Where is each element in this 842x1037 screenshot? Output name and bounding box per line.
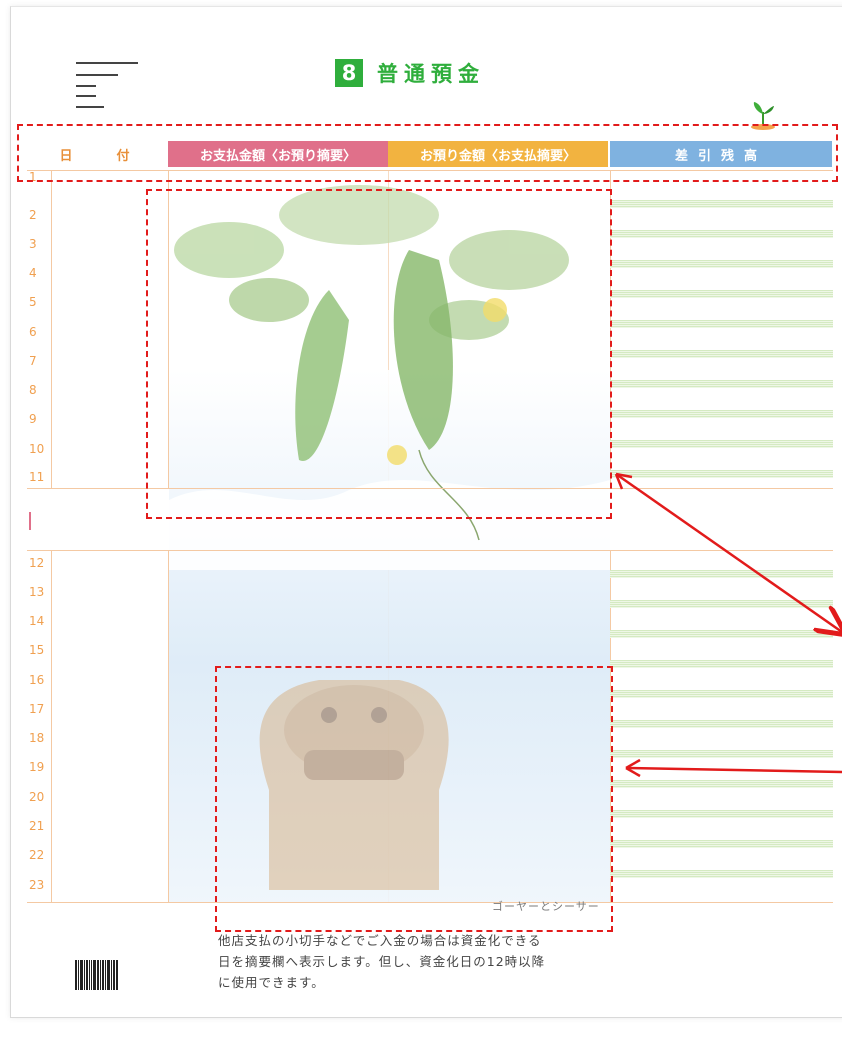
- arrow-to-bottom-art: [625, 766, 842, 774]
- arrow-to-top-art: [615, 472, 842, 632]
- annotation-arrows: [614, 472, 842, 778]
